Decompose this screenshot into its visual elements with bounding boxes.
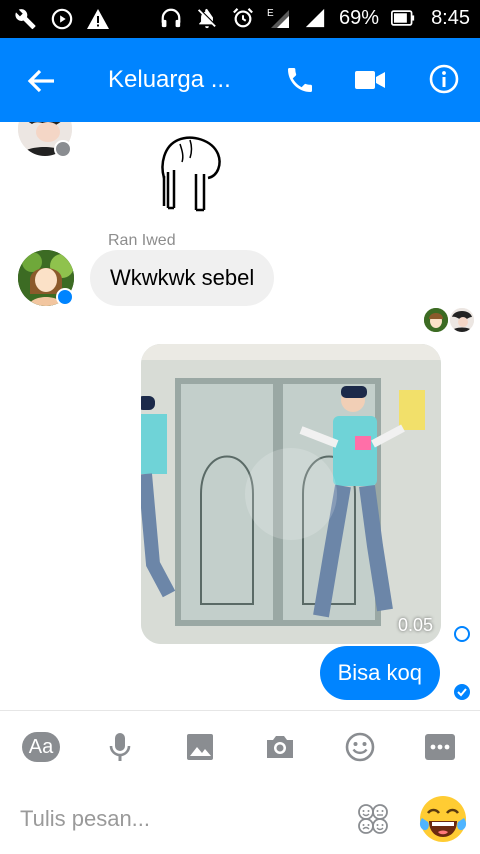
microphone-icon (109, 733, 131, 761)
messenger-badge (56, 288, 74, 306)
clock: 8:45 (431, 6, 470, 29)
text-mode-button[interactable]: Aa (22, 732, 60, 762)
laughing-emoji-icon (419, 796, 467, 842)
info-icon (429, 64, 459, 94)
outgoing-message-bubble[interactable]: Bisa koq (319, 646, 440, 700)
signal-e-icon: E (267, 6, 291, 30)
play-circle-icon (50, 7, 74, 31)
composer-toolbar: Aa (0, 716, 480, 778)
battery-icon (391, 6, 415, 30)
status-bar: E 69% 8:45 (0, 0, 480, 38)
mute-icon (195, 6, 219, 30)
sent-status-icon (454, 626, 470, 642)
wrench-icon (14, 7, 38, 31)
warning-icon (86, 7, 110, 31)
read-receipt-avatar (424, 308, 448, 332)
quick-emoji-button[interactable] (418, 794, 468, 844)
conversation-title[interactable]: Keluarga ... (108, 66, 231, 94)
svg-text:E: E (267, 8, 274, 19)
back-button[interactable] (24, 64, 58, 98)
video-call-button[interactable] (354, 66, 390, 96)
microphone-button[interactable] (102, 730, 138, 764)
sticker-drawing (161, 136, 221, 212)
headphones-icon (159, 6, 183, 30)
video-message[interactable]: 0.05 (141, 344, 441, 644)
gallery-button[interactable] (182, 730, 218, 764)
camera-button[interactable] (262, 730, 298, 764)
facebook-badge (54, 140, 72, 158)
play-overlay[interactable] (245, 448, 337, 540)
sticker-button[interactable] (356, 802, 390, 836)
message-input-row (0, 784, 480, 854)
read-receipt-avatar (450, 308, 474, 332)
message-input[interactable] (18, 800, 342, 838)
voice-call-button[interactable] (284, 64, 318, 98)
image-icon (187, 734, 213, 760)
incoming-message-bubble[interactable]: Wkwkwk sebel (90, 250, 275, 306)
video-duration: 0.05 (397, 615, 433, 635)
message-list[interactable]: Ran Iwed Wkwkwk sebel 0.05 Bisa koq (0, 122, 480, 710)
delivered-check-icon (454, 684, 470, 700)
emoji-picker-button[interactable] (342, 730, 378, 764)
smiley-icon (345, 732, 375, 762)
phone-icon (288, 68, 312, 92)
alarm-icon (231, 6, 255, 30)
video-camera-icon (355, 71, 385, 89)
sticker-icon (358, 804, 388, 834)
conversation-header: Keluarga ... (0, 38, 480, 122)
sender-name: Ran Iwed (108, 232, 176, 249)
more-options-button[interactable] (422, 730, 458, 764)
camera-icon (267, 736, 293, 758)
conversation-info-button[interactable] (428, 63, 462, 97)
back-arrow-icon (27, 69, 54, 93)
more-icon (425, 734, 455, 760)
signal-icon (303, 6, 327, 30)
composer-divider (0, 710, 480, 711)
battery-percent: 69% (339, 6, 380, 29)
sticker[interactable] (150, 130, 230, 214)
